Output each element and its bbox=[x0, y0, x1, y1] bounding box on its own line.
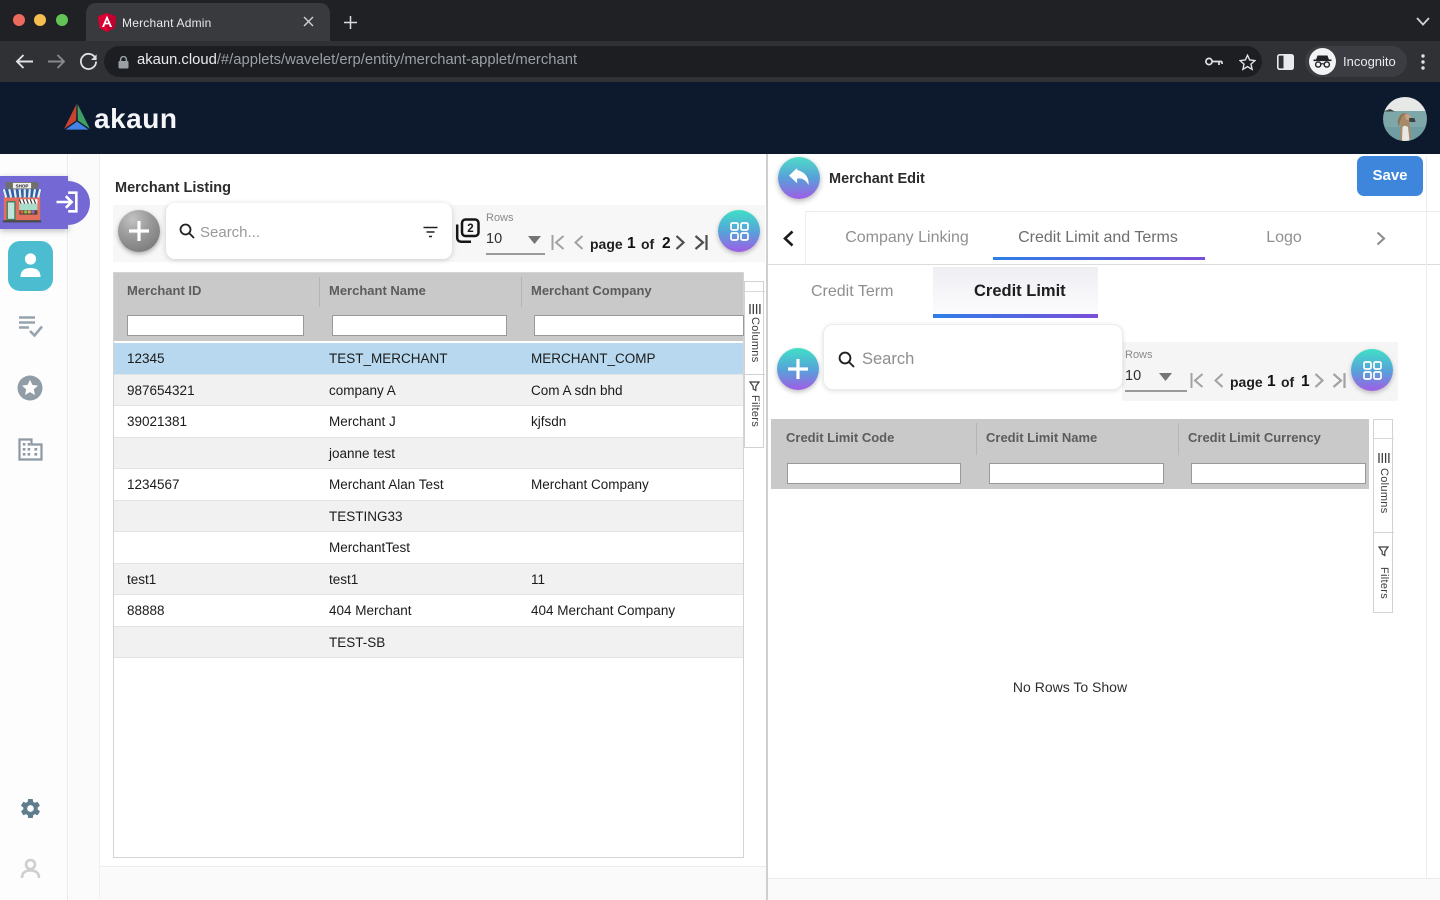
svg-text:SHOP: SHOP bbox=[16, 184, 29, 189]
svg-text:2: 2 bbox=[467, 223, 473, 235]
